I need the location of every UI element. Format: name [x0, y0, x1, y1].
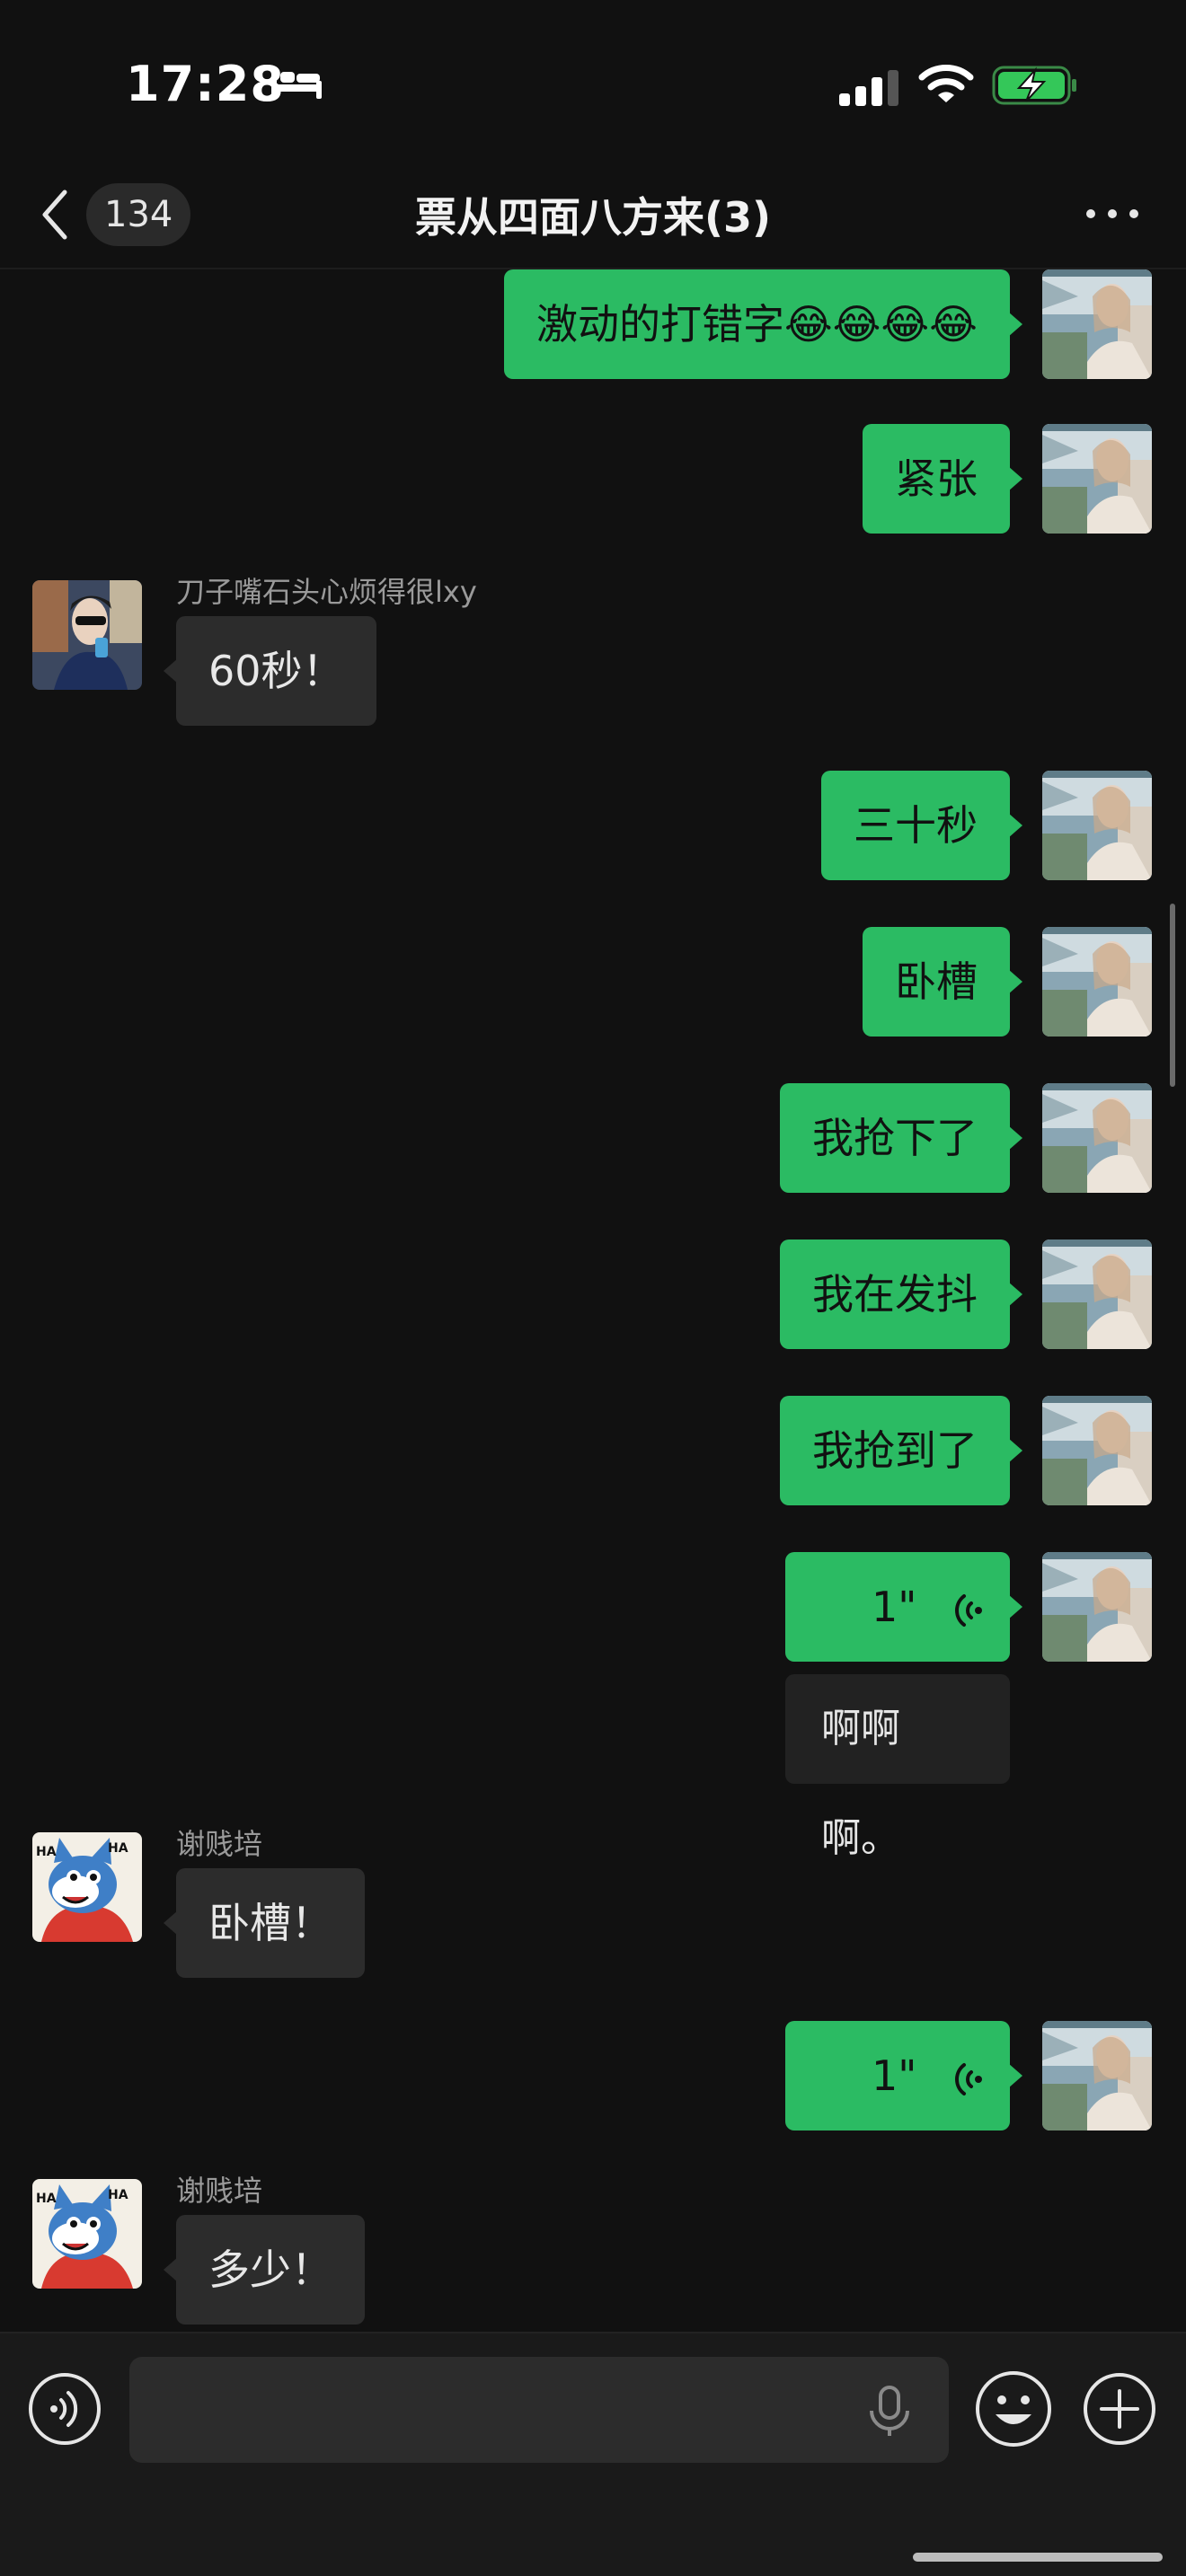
my-avatar[interactable] — [1042, 1083, 1152, 1193]
wifi-icon — [918, 65, 974, 102]
status-bar: 17:28 — [0, 0, 1186, 162]
microphone-icon[interactable] — [864, 2384, 915, 2439]
voice-wave-icon — [955, 1593, 983, 1627]
outgoing-message-bubble[interactable]: 我抢下了 — [780, 1083, 1022, 1193]
chat-title: 票从四面八方来(3) — [414, 193, 772, 242]
status-time: 17:28 — [126, 56, 285, 112]
home-indicator[interactable] — [913, 2553, 1163, 2562]
my-avatar[interactable] — [1042, 1552, 1152, 1662]
sender-avatar[interactable] — [32, 1832, 142, 1942]
sleep-focus-icon — [271, 68, 322, 99]
voice-wave-icon — [955, 2062, 983, 2095]
voice-transcript[interactable]: 啊啊啊。 — [785, 1674, 1010, 1861]
outgoing-message-bubble[interactable]: 卧槽 — [863, 927, 1022, 1037]
outgoing-message-bubble[interactable]: 我抢到了 — [780, 1396, 1022, 1505]
my-avatar[interactable] — [1042, 927, 1152, 1037]
voice-duration: 1" — [872, 1583, 917, 1631]
sender-avatar[interactable] — [32, 2179, 142, 2289]
outgoing-message-bubble[interactable]: 激动的打错字😂😂😂😂 — [504, 269, 1022, 379]
my-avatar[interactable] — [1042, 2021, 1152, 2130]
my-avatar[interactable] — [1042, 771, 1152, 880]
emoji-icon[interactable] — [974, 2369, 1053, 2448]
incoming-message-bubble[interactable]: 卧槽！ — [164, 1868, 365, 1978]
voice-message-bubble[interactable]: 1" — [785, 2021, 1022, 2130]
sender-name: 刀子嘴石头心烦得很lxy — [176, 575, 477, 609]
voice-message-bubble[interactable]: 1" — [785, 1552, 1022, 1662]
scrollbar[interactable] — [1170, 904, 1175, 1087]
cellular-signal-icon — [839, 70, 898, 106]
outgoing-message-bubble[interactable]: 紧张 — [863, 424, 1022, 534]
my-avatar[interactable] — [1042, 1239, 1152, 1349]
chat-input-bar — [0, 2332, 1186, 2576]
message-list[interactable]: 激动的打错字😂😂😂😂 紧张 刀子嘴石头心烦得很lxy 60秒！ 三十秒 卧槽 我… — [0, 269, 1186, 2332]
sender-avatar[interactable] — [32, 580, 142, 690]
incoming-message-bubble[interactable]: 多少！ — [164, 2215, 365, 2325]
my-avatar[interactable] — [1042, 1396, 1152, 1505]
voice-input-toggle-icon[interactable] — [27, 2371, 102, 2447]
outgoing-message-bubble[interactable]: 我在发抖 — [780, 1239, 1022, 1349]
more-options-icon[interactable] — [1076, 194, 1148, 234]
voice-duration: 1" — [872, 2051, 917, 2100]
sender-name: 谢贱培 — [176, 1827, 263, 1861]
plus-icon[interactable] — [1082, 2371, 1157, 2447]
my-avatar[interactable] — [1042, 269, 1152, 379]
message-input[interactable] — [129, 2357, 949, 2463]
incoming-message-bubble[interactable]: 60秒！ — [164, 616, 376, 726]
battery-charging-icon — [992, 66, 1076, 105]
chat-header: 134 票从四面八方来(3) — [0, 162, 1186, 269]
my-avatar[interactable] — [1042, 424, 1152, 534]
sender-name: 谢贱培 — [176, 2174, 263, 2208]
outgoing-message-bubble[interactable]: 三十秒 — [821, 771, 1022, 880]
